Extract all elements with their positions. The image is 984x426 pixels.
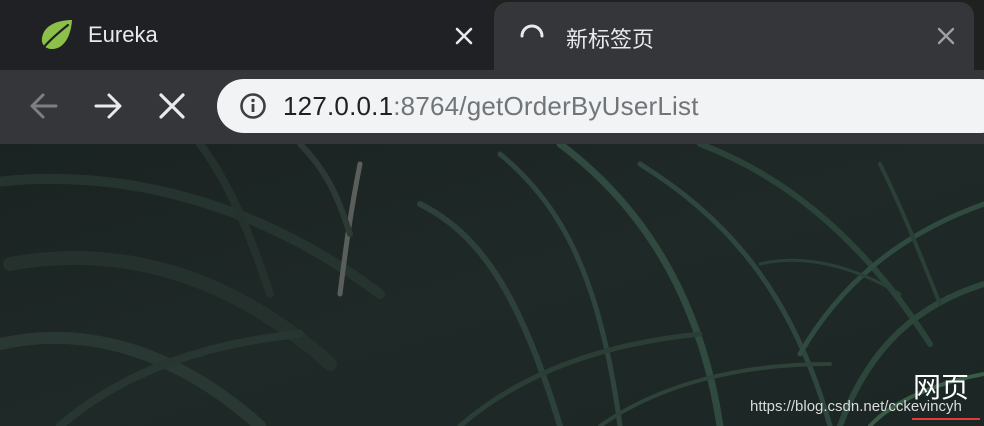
url-path: :8764/getOrderByUserList [393, 91, 699, 121]
tab-title: Eureka [88, 22, 158, 47]
arrow-right-icon [94, 93, 122, 119]
tab-eureka[interactable]: Eureka [0, 0, 492, 70]
palm-leaves-background [0, 144, 984, 426]
arrow-left-icon [30, 93, 58, 119]
page-content: 网页 https://blog.csdn.net/cckevincyh [0, 144, 984, 426]
tab-strip: Eureka 新标签页 [0, 0, 984, 70]
address-bar[interactable]: 127.0.0.1:8764/getOrderByUserList [217, 79, 984, 133]
tab-title: 新标签页 [566, 27, 655, 52]
info-icon [240, 93, 266, 119]
browser-window: Eureka 新标签页 127.0.0.1:8764/getOrderByUse… [0, 0, 984, 426]
url-text[interactable]: 127.0.0.1:8764/getOrderByUserList [283, 91, 699, 122]
browser-toolbar: 127.0.0.1:8764/getOrderByUserList [0, 70, 984, 144]
tab-new-tab[interactable]: 新标签页 [494, 2, 974, 70]
watermark-url: https://blog.csdn.net/cckevincyh [750, 398, 962, 415]
watermark-underline [912, 418, 980, 420]
close-icon [159, 93, 185, 119]
url-host: 127.0.0.1 [283, 91, 394, 121]
